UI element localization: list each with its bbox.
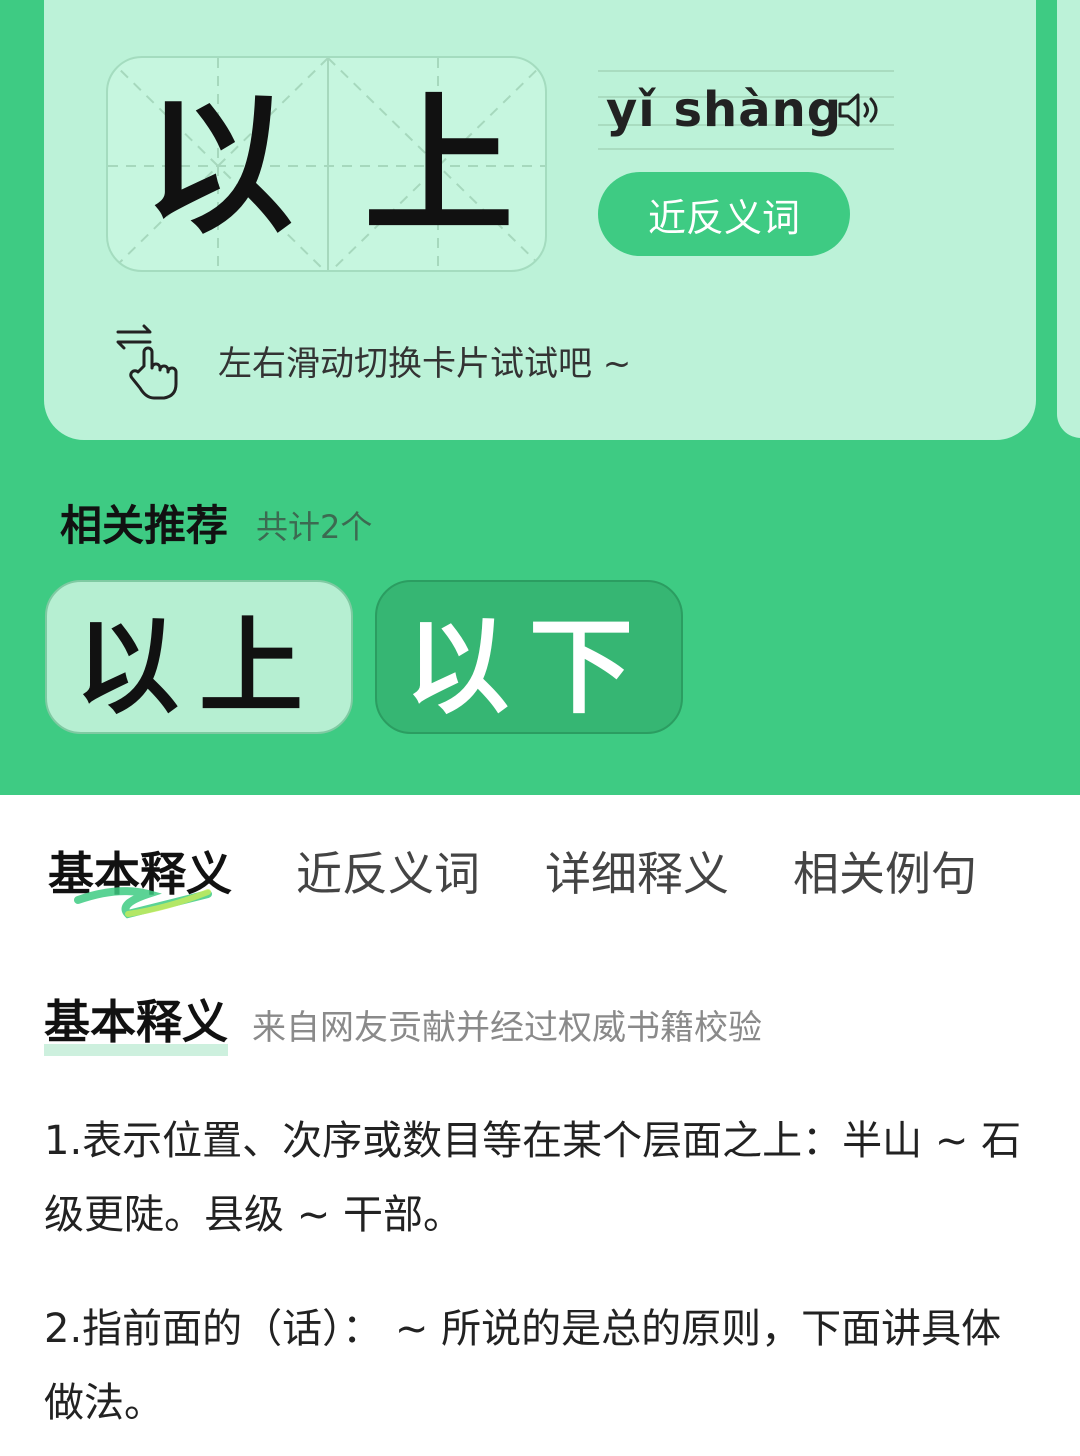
recommend-count: 共计2个 [256,508,373,546]
recommend-card-yishang[interactable]: 以上 [45,580,353,734]
speaker-icon[interactable] [836,90,886,130]
definition-1: 1.表示位置、次序或数目等在某个层面之上：半山 ~ 石级更陡。县级 ~ 干部。 [44,1118,1022,1238]
tab-detailed-meaning[interactable]: 详细释义 [545,838,729,904]
character-grid[interactable]: 以 上 [106,56,547,272]
tab-synonyms[interactable]: 近反义词 [296,838,480,904]
swipe-hand-icon [108,318,192,402]
tab-example-sentences[interactable]: 相关例句 [793,838,977,904]
recommend-card-yixia[interactable]: 以下 [375,580,683,734]
synonym-antonym-button[interactable]: 近反义词 [598,172,850,256]
next-card-peek[interactable] [1057,0,1080,438]
recommend-title: 相关推荐 [60,501,229,550]
word-char-2: 上 [363,78,514,254]
section-subtitle: 来自网友贡献并经过权威书籍校验 [252,1008,762,1048]
swipe-hint-text: 左右滑动切换卡片试试吧 ~ [218,344,632,384]
pinyin-text: yǐ shàng [606,82,843,138]
definition-2: 2.指前面的（话）： ~ 所说的是总的原则，下面讲具体做法。 [44,1306,1002,1426]
word-char-1: 以 [143,78,294,254]
active-tab-indicator [68,880,218,924]
section-title-basic: 基本释义 [44,986,228,1056]
